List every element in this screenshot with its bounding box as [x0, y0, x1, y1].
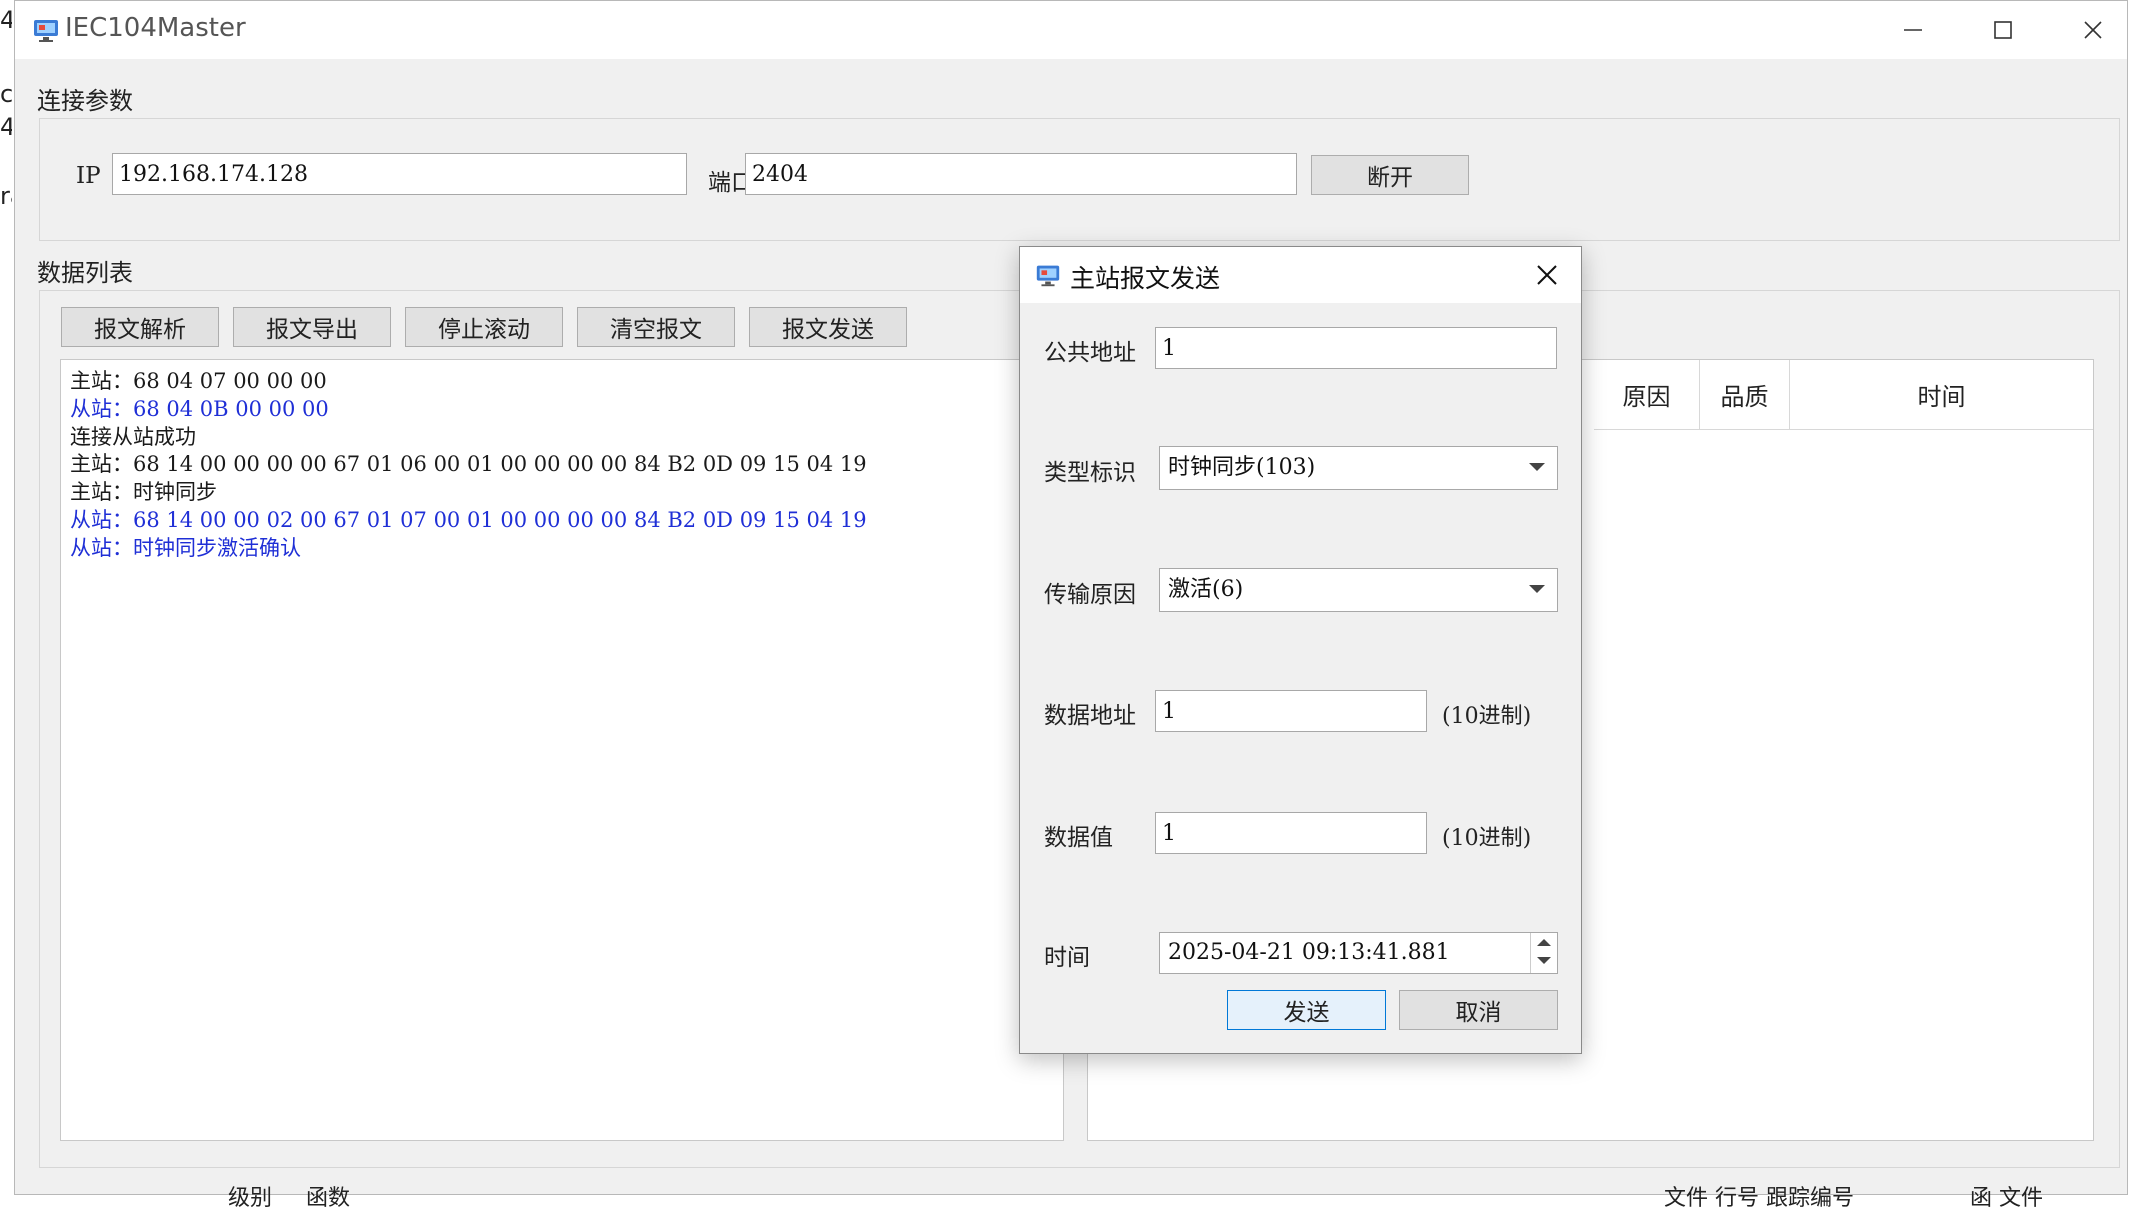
log-line: 连接从站成功 — [70, 424, 196, 449]
log-line: 主站：68 04 07 00 00 00 — [70, 369, 327, 393]
close-button[interactable] — [2048, 1, 2137, 59]
connection-section-label: 连接参数 — [37, 87, 133, 115]
disconnect-button[interactable]: 断开 — [1311, 155, 1469, 195]
spin-up-icon[interactable] — [1537, 939, 1551, 946]
cause-select[interactable]: 激活(6) — [1159, 568, 1558, 612]
data-value-unit: (10进制) — [1442, 826, 1532, 851]
cause-value: 激活(6) — [1168, 577, 1244, 602]
spin-down-icon[interactable] — [1537, 957, 1551, 964]
app-monitor-icon — [34, 20, 58, 42]
log-line: 从站：68 04 0B 00 00 00 — [70, 396, 329, 421]
minimize-icon — [1904, 29, 1922, 31]
column-header-quality[interactable]: 品质 — [1700, 360, 1790, 430]
background-text-fragment: 文件 行号 跟踪编号 — [1664, 1186, 1854, 1211]
cause-label: 传输原因 — [1044, 582, 1136, 608]
column-header-cause[interactable]: 原因 — [1594, 360, 1700, 430]
log-line: 主站：时钟同步 — [70, 480, 217, 505]
send-button[interactable]: 发送 — [1227, 990, 1386, 1030]
background-text-fragment: 函数 — [306, 1186, 351, 1211]
connection-groupbox: IP 端口 断开 — [39, 118, 2120, 241]
time-spinner[interactable] — [1530, 933, 1557, 973]
clear-message-button[interactable]: 清空报文 — [577, 307, 735, 347]
maximize-icon — [1994, 21, 2012, 39]
message-log[interactable]: 主站：68 04 07 00 00 00 从站：68 04 0B 00 00 0… — [60, 359, 1064, 1141]
data-address-label: 数据地址 — [1044, 703, 1136, 729]
background-text-fragment: 4r — [0, 113, 12, 141]
dialog-title-bar: 主站报文发送 — [1020, 247, 1581, 303]
time-datetime-edit[interactable]: 2025-04-21 09:13:41.881 — [1159, 932, 1558, 974]
background-text-fragment: 级别 — [228, 1186, 273, 1211]
data-value-label: 数据值 — [1044, 825, 1113, 851]
data-address-input[interactable] — [1155, 690, 1427, 732]
data-value-input[interactable] — [1155, 812, 1427, 854]
chevron-down-icon — [1529, 585, 1545, 593]
cancel-button[interactable]: 取消 — [1399, 990, 1558, 1030]
dialog-title: 主站报文发送 — [1070, 264, 1221, 293]
common-address-input[interactable] — [1155, 327, 1557, 369]
time-value: 2025-04-21 09:13:41.881 — [1168, 940, 1450, 965]
type-id-label: 类型标识 — [1044, 460, 1136, 486]
time-label: 时间 — [1044, 945, 1090, 971]
ip-input[interactable] — [112, 153, 687, 195]
parse-message-button[interactable]: 报文解析 — [61, 307, 219, 347]
background-text-fragment: cp — [0, 80, 12, 108]
dialog-monitor-icon — [1036, 265, 1060, 287]
data-address-unit: (10进制) — [1442, 704, 1532, 729]
ip-label: IP — [76, 163, 101, 189]
export-message-button[interactable]: 报文导出 — [233, 307, 391, 347]
type-id-value: 时钟同步(103) — [1168, 455, 1316, 480]
chevron-down-icon — [1529, 463, 1545, 471]
title-bar: IEC104Master — [15, 1, 2127, 59]
background-text-fragment: 函 文件 — [1970, 1186, 2043, 1211]
send-message-button[interactable]: 报文发送 — [749, 307, 907, 347]
minimize-button[interactable] — [1868, 1, 1958, 59]
log-line: 从站：时钟同步激活确认 — [70, 535, 301, 560]
maximize-button[interactable] — [1958, 1, 2048, 59]
log-line: 从站：68 14 00 00 02 00 67 01 07 00 01 00 0… — [70, 507, 867, 532]
window-title: IEC104Master — [65, 13, 246, 43]
stop-scroll-button[interactable]: 停止滚动 — [405, 307, 563, 347]
dialog-close-button[interactable] — [1519, 247, 1575, 303]
send-message-dialog: 主站报文发送 公共地址 类型标识 时钟同步(103) 传输原因 激活(6) 数据… — [1019, 246, 1582, 1054]
close-icon — [2084, 21, 2102, 39]
data-list-section-label: 数据列表 — [37, 259, 133, 287]
background-text-fragment: 4r — [0, 6, 12, 34]
background-text-fragment: ra — [0, 182, 12, 210]
port-input[interactable] — [745, 153, 1297, 195]
common-address-label: 公共地址 — [1044, 340, 1136, 366]
close-icon — [1537, 265, 1557, 285]
column-header-time[interactable]: 时间 — [1790, 360, 2093, 430]
log-line: 主站：68 14 00 00 00 00 67 01 06 00 01 00 0… — [70, 452, 867, 477]
type-id-select[interactable]: 时钟同步(103) — [1159, 446, 1558, 490]
